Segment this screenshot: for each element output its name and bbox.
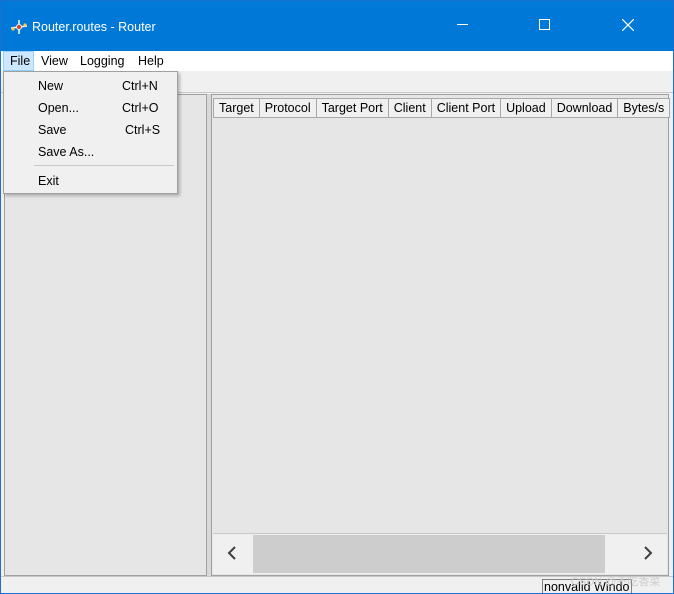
menu-item-label: Save — [38, 123, 67, 137]
menu-item-new[interactable]: New Ctrl+N — [5, 75, 176, 97]
column-header-target[interactable]: Target — [213, 98, 259, 118]
menu-item-exit[interactable]: Exit — [5, 170, 176, 192]
menu-help[interactable]: Help — [132, 51, 170, 71]
menu-logging[interactable]: Logging — [74, 51, 131, 71]
window-title: Router.routes - Router — [32, 20, 156, 34]
menu-item-open[interactable]: Open... Ctrl+O — [5, 97, 176, 119]
chevron-right-icon — [643, 544, 653, 565]
column-header-download[interactable]: Download — [550, 98, 618, 118]
chevron-left-icon — [227, 544, 237, 565]
scrollbar-thumb[interactable] — [253, 535, 605, 573]
file-menu-dropdown: New Ctrl+N Open... Ctrl+O Save Ctrl+S Sa… — [3, 71, 178, 194]
table-header: Target Protocol Target Port Client Clien… — [213, 98, 671, 118]
router-app-icon — [10, 19, 28, 35]
column-header-target-port[interactable]: Target Port — [315, 98, 388, 118]
column-header-bytes-per-sec[interactable]: Bytes/s — [617, 98, 671, 118]
menu-bar: File View Logging Help — [1, 51, 673, 71]
menu-item-shortcut: Ctrl+S — [125, 123, 161, 137]
menu-file[interactable]: File — [3, 51, 34, 71]
minimize-icon — [456, 19, 468, 33]
column-header-client[interactable]: Client — [387, 98, 431, 118]
menu-item-shortcut: Ctrl+N — [122, 79, 158, 93]
menu-item-shortcut: Ctrl+O — [122, 101, 159, 115]
column-header-protocol[interactable]: Protocol — [258, 98, 316, 118]
close-icon — [621, 18, 635, 34]
minimize-button[interactable] — [439, 1, 485, 51]
maximize-icon — [538, 19, 550, 33]
scroll-right-button[interactable] — [629, 534, 667, 574]
title-bar[interactable]: Router.routes - Router — [1, 1, 673, 51]
router-window: Router.routes - Router File View Logging… — [0, 0, 674, 594]
menu-separator — [34, 165, 174, 166]
column-header-upload[interactable]: Upload — [500, 98, 551, 118]
close-button[interactable] — [605, 1, 651, 51]
menu-item-label: Save As... — [38, 145, 95, 159]
menu-item-save[interactable]: Save Ctrl+S — [5, 119, 176, 141]
menu-view[interactable]: View — [35, 51, 74, 71]
connections-list-pane[interactable]: Target Protocol Target Port Client Clien… — [211, 94, 671, 576]
menu-item-label: New — [38, 79, 64, 93]
menu-item-save-as[interactable]: Save As... — [5, 141, 176, 163]
menu-item-label: Exit — [38, 174, 59, 188]
scroll-left-button[interactable] — [213, 534, 251, 574]
watermark: CSDN @不吃香菜 — [571, 576, 661, 588]
column-header-client-port[interactable]: Client Port — [430, 98, 501, 118]
maximize-button[interactable] — [521, 1, 567, 51]
menu-item-label: Open... — [38, 101, 79, 115]
horizontal-scrollbar[interactable] — [213, 533, 667, 574]
